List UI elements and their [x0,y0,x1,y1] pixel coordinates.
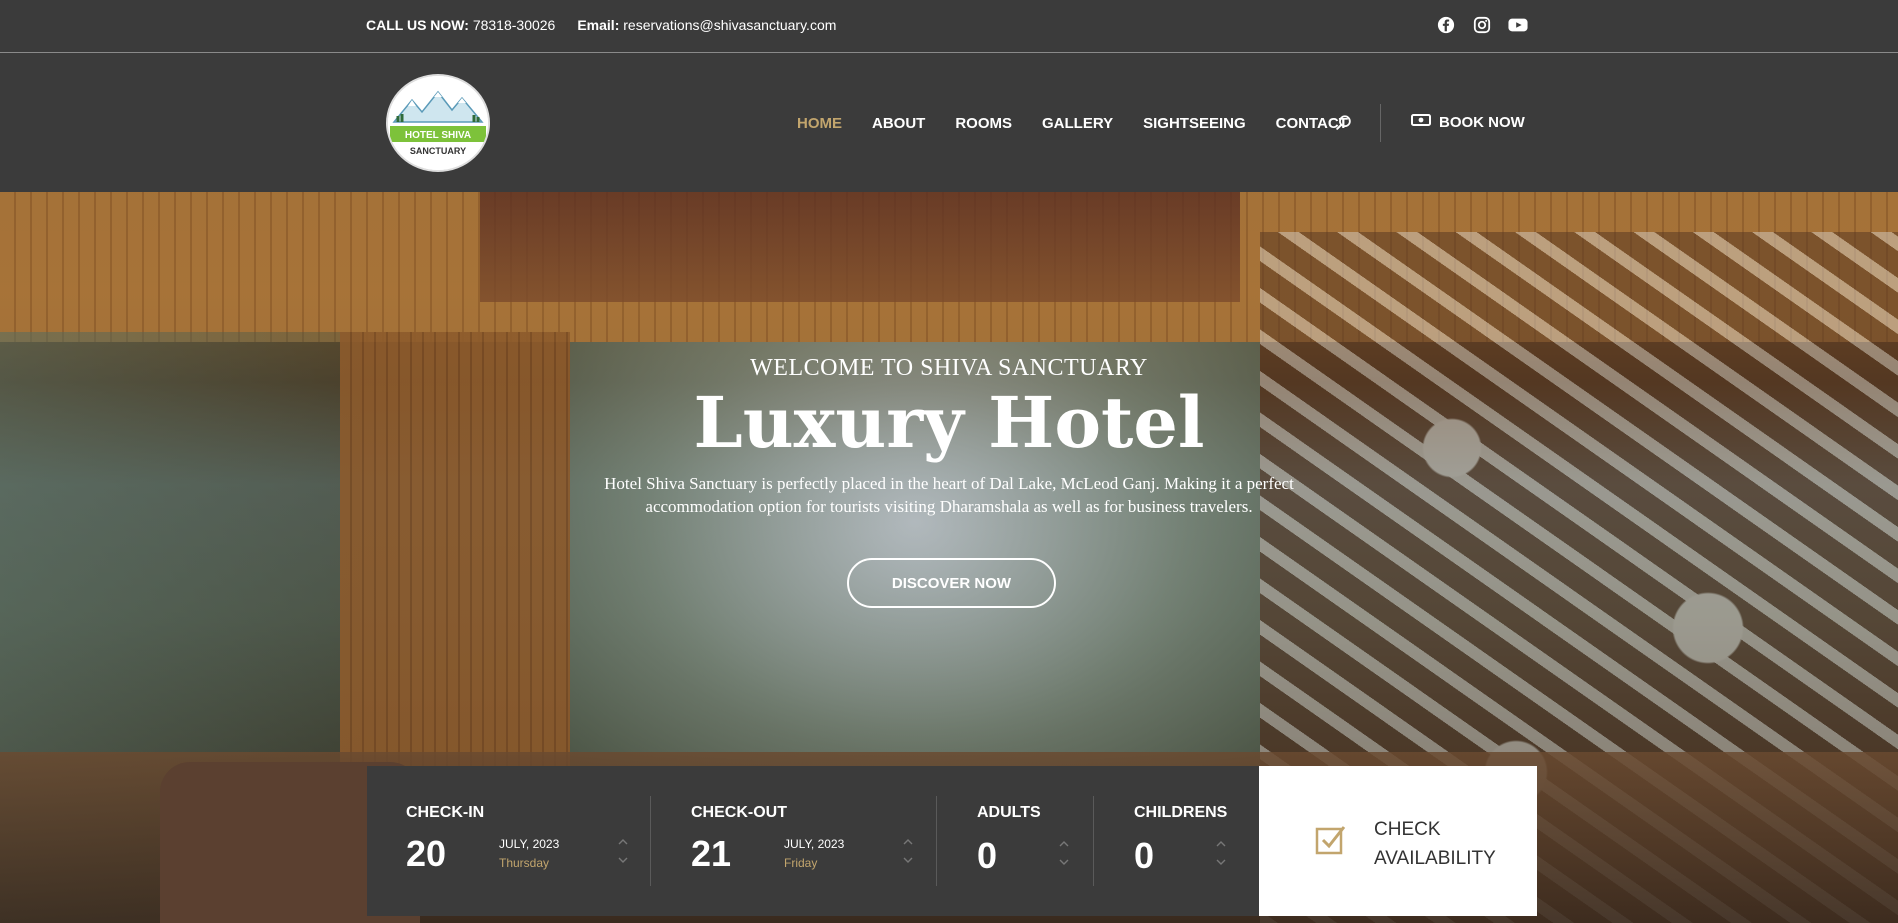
search-icon[interactable] [1335,114,1353,137]
nav-item-about[interactable]: ABOUT [872,115,925,132]
chevron-up-icon[interactable] [901,836,915,848]
hero-subtitle: WELCOME TO SHIVA SANCTUARY [750,355,1148,381]
checkin-day: 20 [406,833,447,874]
checkout-day: 21 [691,833,732,874]
youtube-icon[interactable] [1507,14,1529,36]
hero-title: Luxury Hotel [693,381,1205,464]
email-address[interactable]: reservations@shivasanctuary.com [623,17,836,33]
checkout-label: CHECK-OUT [691,804,787,821]
children-field[interactable]: CHILDRENS 0 [1134,766,1244,916]
hero-bg-ceiling-panel [480,192,1240,302]
chevron-down-icon[interactable] [616,854,630,866]
booking-form: CHECK-IN 20 JULY, 2023 Thursday CHECK-OU… [367,766,1537,916]
money-icon [1411,113,1431,131]
call-label: CALL US NOW: [366,17,469,33]
hero-text: WELCOME TO SHIVA SANCTUARY Luxury Hotel … [0,355,1898,518]
nav-item-home[interactable]: HOME [797,115,842,132]
discover-now-button[interactable]: DISCOVER NOW [847,558,1056,608]
contact-info: CALL US NOW: 78318-30026 Email: reservat… [366,17,836,33]
checkout-stepper [901,836,915,866]
checkin-label: CHECK-IN [406,804,485,821]
adults-field[interactable]: ADULTS 0 [977,766,1077,916]
chevron-down-icon[interactable] [1214,856,1228,868]
checkout-weekday: Friday [784,856,818,870]
field-divider [1093,796,1094,886]
chevron-up-icon[interactable] [616,836,630,848]
adults-stepper [1057,838,1071,868]
hero-description: Hotel Shiva Sanctuary is perfectly place… [604,473,1294,516]
checkout-field[interactable]: CHECK-OUT 21 JULY, 2023 Friday [691,766,921,916]
book-now-button[interactable]: BOOK NOW [1411,113,1525,131]
checkbox-check-icon [1315,823,1347,860]
chevron-up-icon[interactable] [1214,838,1228,850]
nav-item-sightseeing[interactable]: SIGHTSEEING [1143,115,1246,132]
children-stepper [1214,838,1228,868]
children-value: 0 [1134,835,1155,876]
chevron-up-icon[interactable] [1057,838,1071,850]
instagram-icon[interactable] [1471,14,1493,36]
nav-item-gallery[interactable]: GALLERY [1042,115,1113,132]
check-availability-label: CHECK AVAILABILITY [1374,815,1496,873]
checkin-stepper [616,836,630,866]
check-availability-line2: AVAILABILITY [1374,848,1496,869]
main-header: HOTEL SHIVA SANCTUARY HOME ABOUT ROOMS G… [0,54,1898,192]
logo-graphic: HOTEL SHIVA SANCTUARY [388,76,488,170]
phone-number[interactable]: 78318-30026 [473,17,556,33]
logo-text-1: HOTEL SHIVA [405,130,471,141]
checkin-field[interactable]: CHECK-IN 20 JULY, 2023 Thursday [406,766,636,916]
checkout-month: JULY, 2023 [784,837,845,851]
chevron-down-icon[interactable] [901,854,915,866]
field-divider [936,796,937,886]
check-availability-button[interactable]: CHECK AVAILABILITY [1259,766,1537,916]
checkin-weekday: Thursday [499,856,550,870]
book-now-label: BOOK NOW [1439,113,1525,131]
adults-value: 0 [977,835,998,876]
logo-text-2: SANCTUARY [410,146,466,156]
nav-item-rooms[interactable]: ROOMS [955,115,1012,132]
header-divider [1380,104,1381,142]
facebook-icon[interactable] [1435,14,1457,36]
hotel-logo[interactable]: HOTEL SHIVA SANCTUARY [386,74,490,172]
main-nav: HOME ABOUT ROOMS GALLERY SIGHTSEEING CON… [797,115,1348,132]
email-label: Email: [577,17,620,33]
email-info: Email: reservations@shivasanctuary.com [577,17,836,33]
chevron-down-icon[interactable] [1057,856,1071,868]
phone-info: CALL US NOW: 78318-30026 [366,17,555,33]
checkin-month: JULY, 2023 [499,837,560,851]
social-links [1435,14,1529,36]
check-availability-line1: CHECK [1374,819,1441,840]
children-label: CHILDRENS [1134,804,1228,821]
adults-label: ADULTS [977,804,1041,821]
field-divider [650,796,651,886]
top-bar: CALL US NOW: 78318-30026 Email: reservat… [0,0,1898,53]
